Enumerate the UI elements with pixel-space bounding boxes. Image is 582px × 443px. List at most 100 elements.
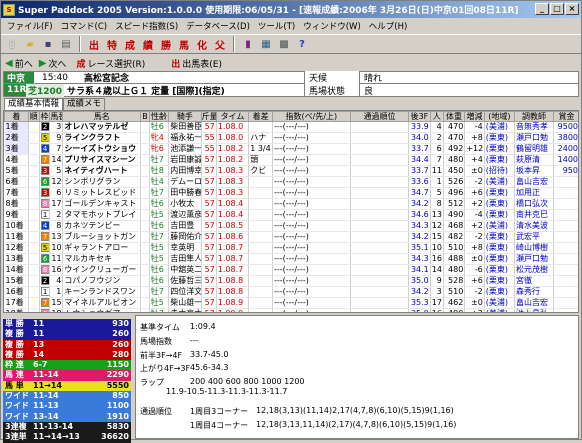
table-cell: 5 [49,165,64,177]
col-header[interactable]: B [140,111,150,122]
col-header[interactable]: 指数(ベ/先/上) [271,111,351,122]
table-cell: 7 [49,143,64,155]
col-header[interactable]: 体重 [442,111,466,122]
table-row[interactable]: 1着 2 3 オレハマッテルゼ 牡6 柴田善臣 57 1.08.0 ---(---/---) 33… [4,121,578,133]
table-cell: 内田博幸 [168,165,202,177]
payout-combo: 11-13-14 [33,421,74,431]
table-row[interactable]: 13着 6 11 マルカキセキ 牡5 吉田隼人 57 1.08.7 ---(---/---) 34… [4,253,578,265]
table-row[interactable]: 6着 6 12 シンボリグラン 牡4 デムーロ 57 1.08.3 ---(---/---) 33… [4,176,578,188]
table-row[interactable]: 7着 3 6 リミットレスビッド 牡7 田中勝春 57 1.08.3 ---(---/---) 3… [4,187,578,199]
table-row[interactable]: 9着 1 2 タマモホットプレイ 牡5 渡辺薫彦 57 1.08.4 ---(---/---) 3… [4,209,578,221]
table-cell [350,297,410,309]
tool-result-icon[interactable]: 成 [122,36,138,52]
menu-command[interactable]: コマンド(C) [57,20,112,32]
payout-row: 複 勝 11 260 [3,329,131,340]
table-row[interactable]: 3着 4 7 シーイズトウショウ 牝6 池添謙一 55 1.08.2 1 3/4 ---(---/… [4,143,578,155]
menu-speed[interactable]: スピード指数(S) [111,20,182,32]
table-row[interactable]: 17着 7 15 マイネルアルビオン 牡5 柴山雄一 57 1.08.9 ---(---/---… [4,297,578,309]
table-cell [248,264,273,276]
payout-combo: 13-14 [33,411,59,421]
col-header[interactable]: 着差 [248,111,273,122]
table-row[interactable]: 8着 8 17 ゴールデンキャスト 牡6 小牧太 57 1.08.4 ---(---/---) 3… [4,198,578,210]
payout-combo: 6-7 [33,360,48,370]
grid-icon[interactable]: ▦ [258,36,274,52]
table-row[interactable]: 2着 5 9 ラインクラフト 牝4 福永祐一 55 1.08.0 ハナ ---(---/---) 3… [4,132,578,144]
col-header[interactable]: 馬名 [62,111,142,122]
tab-memo[interactable]: 成績メモ [63,98,106,110]
table-row[interactable]: 16着 1 1 キーンランドスワン 牡7 四位洋文 57 1.08.8 ---(---/---)… [4,286,578,298]
prev-button[interactable]: ◀ 前へ [5,57,33,70]
table-row[interactable]: 11着 7 13 ブルーショットガン 牡7 藤岡佑介 57 1.08.6 ---(---/---… [4,231,578,243]
col-header[interactable]: タイム [215,111,250,122]
help-icon[interactable]: ? [294,36,310,52]
payout-row: 複 勝 14 280 [3,349,131,361]
minimize-button[interactable]: _ [535,3,549,15]
corner3-value: 12,18(3,13)(11,14)2,17(4,7,8)(6,10)(5,15… [256,406,454,415]
col-header[interactable]: 人 [429,111,444,122]
col-header[interactable]: 調教師 [514,111,554,122]
menu-help[interactable]: ヘルプ(H) [365,20,412,32]
col-header[interactable]: 後3F [408,111,431,122]
tool-entry-icon[interactable]: 出 [86,36,102,52]
tool-win-icon[interactable]: 勝 [158,36,174,52]
table-cell: (栗東) [484,286,516,298]
col-header[interactable]: 枠 [38,111,51,122]
race-select-button[interactable]: 成レース選択(R) [76,57,145,70]
table-cell: ハナ [248,132,273,144]
menu-database[interactable]: データベース(D) [182,20,254,32]
col-header[interactable]: (地域) [483,111,516,122]
table-row[interactable]: 18着 818トウショウギア 牡7赤木高太571.09.0 ---(---/---) 3… [4,308,578,312]
tool-special-icon[interactable]: 特 [104,36,120,52]
table-cell: 牡6 [149,121,170,133]
col-header[interactable]: 着 [4,111,29,122]
menu-window[interactable]: ウィンドウ(W) [299,20,365,32]
table-cell: 57 [201,242,217,254]
table-cell: 512 [443,198,466,210]
waku-badge: 1 [40,210,49,219]
table-cell [350,242,410,254]
book-icon[interactable]: ▮ [240,36,256,52]
table-cell: 496 [443,187,466,199]
table-cell: 33.9 [408,121,431,133]
nav-bar: ◀ 前へ ▶ 次へ 成レース選択(R) 出出馬表(E) [1,55,581,71]
tool-horse-icon[interactable]: 馬 [176,36,192,52]
col-header[interactable]: 増減 [464,111,485,122]
table-row[interactable]: 14着 8 16 ウインクリューガー 牡6 中舘英二 57 1.08.7 ---(---/---… [4,264,578,276]
table-row[interactable]: 5着 3 5 ネイティヴハート 牡8 内田博幸 57 1.08.3 クビ ---(---/---)… [4,165,578,177]
close-button[interactable]: × [565,3,579,15]
menu-file[interactable]: ファイル(F) [3,20,57,32]
tool-change-icon[interactable]: 化 [194,36,210,52]
col-header[interactable]: 順 [27,111,40,122]
menu-tool[interactable]: ツール(T) [254,20,299,32]
table-row[interactable]: 12着 5 10 ギャラントアロー 牡5 幸英明 57 1.08.7 ---(---/---) 3… [4,242,578,254]
table-cell: 11 [49,253,64,265]
col-header[interactable]: 賞金 [552,111,578,122]
tool-record-icon[interactable]: 績 [140,36,156,52]
next-button[interactable]: ▶ 次へ [39,57,67,70]
col-header[interactable]: 通過順位 [349,111,410,122]
calc-icon[interactable]: ▩ [276,36,292,52]
table-row[interactable]: 10着 4 8 カネツテンビー 牡6 吉田豊 57 1.08.5 ---(---/---) 34.… [4,220,578,232]
col-header[interactable]: 斤量 [200,111,217,122]
save-icon[interactable]: ▪ [40,36,56,52]
entry-button[interactable]: 出出馬表(E) [171,57,222,70]
weather-label: 天候 [304,71,359,84]
open-folder-icon[interactable]: ▰ [22,36,38,52]
left-arrow-icon: ◀ [5,57,13,69]
new-icon[interactable]: ▯ [4,36,20,52]
print-icon[interactable]: ▤ [58,36,74,52]
table-cell: 57 [201,253,217,265]
table-cell: 吉田隼人 [168,253,202,265]
table-cell: 12 [430,220,444,232]
table-row[interactable]: 15着 2 4 コパノフウジン 牡6 佐藤哲三 57 1.08.8 ---(---/---) 35… [4,275,578,287]
table-cell: 8 [430,198,444,210]
col-header[interactable]: 性齢 [148,111,170,122]
table-cell: 8 [39,198,51,210]
table-row[interactable]: 4着 7 14 プリサイスマシーン 牡7 岩田康誠 57 1.08.2 頭 ---(---/---… [4,154,578,166]
tab-basic-info[interactable]: 成績基本情報 [4,98,64,110]
table-cell: ---(---/---) [272,231,351,243]
col-header[interactable]: 騎手 [168,111,202,122]
col-header[interactable]: 馬番 [49,111,64,122]
tool-sire-icon[interactable]: 父 [212,36,228,52]
maximize-button[interactable]: □ [550,3,564,15]
